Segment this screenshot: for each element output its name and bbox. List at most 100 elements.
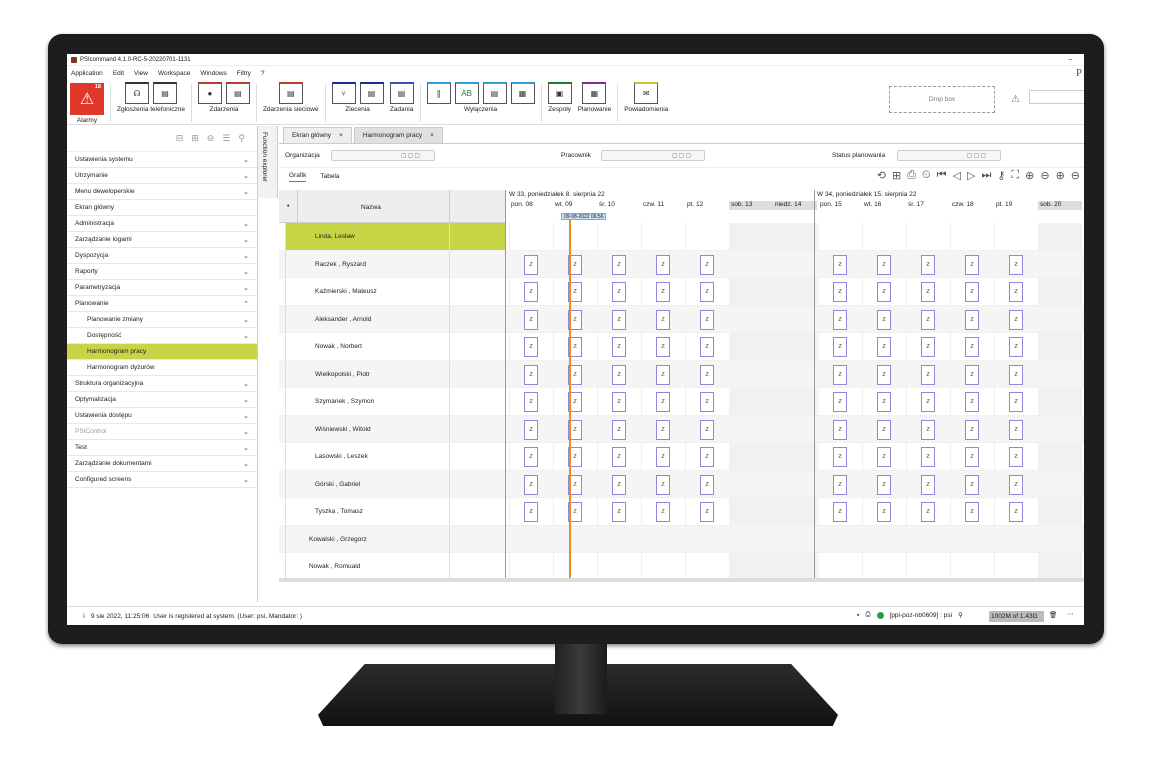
- sidebar-item-psicontrol[interactable]: PSIControl ⌄: [67, 424, 257, 440]
- fit-icon[interactable]: ⛶: [1011, 169, 1019, 182]
- shift-block[interactable]: Z: [1009, 447, 1023, 467]
- employee-row[interactable]: Kaźmierski , Mateusz: [279, 278, 1084, 306]
- sidebar-item-dostępność[interactable]: Dostępność ⌄: [67, 328, 257, 344]
- pin-icon[interactable]: ⚲: [238, 133, 245, 144]
- list-icon[interactable]: ☰: [222, 133, 230, 144]
- shift-block[interactable]: Z: [656, 447, 670, 467]
- sidebar-item-menu-deweloperskie[interactable]: Menu deweloperskie ⌄: [67, 184, 257, 200]
- switch-icon[interactable]: ∥: [426, 82, 451, 104]
- chevron-icon[interactable]: ⌄: [243, 252, 249, 260]
- shift-block[interactable]: Z: [656, 419, 670, 440]
- close-icon[interactable]: ×: [339, 132, 343, 139]
- task-list-icon[interactable]: ▤: [389, 82, 414, 104]
- chevron-icon[interactable]: ⌄: [243, 412, 249, 420]
- shift-block[interactable]: Z: [877, 364, 891, 385]
- sidebar-item-administracja[interactable]: Administracja ⌄: [67, 216, 257, 232]
- shift-block[interactable]: Z: [877, 447, 891, 467]
- shift-block[interactable]: Z: [524, 392, 538, 412]
- pin-column-icon[interactable]: •: [287, 203, 289, 210]
- menu-workspace[interactable]: Workspace: [158, 70, 190, 77]
- employee-row[interactable]: Tyszka , Tomasz: [279, 498, 1084, 526]
- shift-block[interactable]: Z: [524, 502, 538, 522]
- alarms-group[interactable]: ⚠ 18 Alarmy: [67, 80, 107, 124]
- orders-group[interactable]: ⑂ ▤ Zlecenia: [329, 80, 387, 113]
- clock-icon[interactable]: ⏲: [922, 169, 931, 182]
- shift-block[interactable]: Z: [700, 419, 714, 440]
- sidebar-item-test[interactable]: Test ⌄: [67, 440, 257, 456]
- chevron-icon[interactable]: ⌄: [243, 268, 249, 276]
- menu-windows[interactable]: Windows: [200, 70, 226, 77]
- chevron-icon[interactable]: ⌄: [243, 316, 249, 324]
- shift-block[interactable]: Z: [965, 447, 979, 467]
- shift-block[interactable]: Z: [877, 419, 891, 440]
- shift-block[interactable]: Z: [656, 392, 670, 412]
- sidebar-item-zarządzanie-logami[interactable]: Zarządzanie logami ⌄: [67, 232, 257, 248]
- employee-row[interactable]: Wiśniewski , Witold: [279, 415, 1084, 443]
- chevron-icon[interactable]: ⌄: [243, 380, 249, 388]
- employee-row[interactable]: Kowalski , Grzegorz: [279, 525, 1084, 553]
- shift-block[interactable]: Z: [1009, 392, 1023, 412]
- shift-block[interactable]: Z: [833, 502, 847, 522]
- minimize-button[interactable]: –: [1069, 57, 1072, 63]
- shift-block[interactable]: Z: [700, 309, 714, 330]
- chevron-icon[interactable]: ⌄: [243, 284, 249, 292]
- shift-block[interactable]: Z: [1009, 254, 1023, 275]
- network-events-group[interactable]: ▤ Zdarzenia sieciowe: [260, 80, 322, 113]
- shift-block[interactable]: Z: [877, 392, 891, 412]
- key-icon[interactable]: ⚷: [997, 169, 1005, 182]
- shift-block[interactable]: Z: [612, 392, 626, 412]
- drop-box[interactable]: Drop box: [889, 86, 995, 113]
- chevron-icon[interactable]: ⌄: [243, 396, 249, 404]
- zoom-in-icon[interactable]: ⊕: [1025, 169, 1034, 182]
- chevron-icon[interactable]: ⌄: [243, 476, 249, 484]
- shift-block[interactable]: Z: [612, 419, 626, 440]
- employee-row[interactable]: Linda, Lesław: [279, 223, 1084, 251]
- shift-block[interactable]: Z: [833, 337, 847, 357]
- shift-block[interactable]: Z: [921, 282, 935, 302]
- shift-block[interactable]: Z: [656, 364, 670, 385]
- more-icon[interactable]: ⋯: [1067, 610, 1074, 618]
- column-name-header[interactable]: Nazwa: [361, 204, 381, 211]
- shift-block[interactable]: Z: [700, 364, 714, 385]
- events-group[interactable]: ● ▤ Zdarzenia: [195, 80, 253, 113]
- shift-block[interactable]: Z: [877, 502, 891, 522]
- shift-block[interactable]: Z: [612, 337, 626, 357]
- shift-block[interactable]: Z: [612, 474, 626, 495]
- order-list-icon[interactable]: ▤: [359, 82, 384, 104]
- trash-icon[interactable]: 🗑: [1049, 611, 1057, 619]
- shift-block[interactable]: Z: [524, 447, 538, 467]
- shift-block[interactable]: Z: [965, 337, 979, 357]
- quick-search-field[interactable]: [1029, 90, 1084, 104]
- sidebar-item-planowanie-zmiany[interactable]: Planowanie zmiany ⌄: [67, 312, 257, 328]
- shift-block[interactable]: Z: [921, 419, 935, 440]
- sidebar-item-optymalizacja[interactable]: Optymalizacja ⌄: [67, 392, 257, 408]
- shift-block[interactable]: Z: [612, 364, 626, 385]
- workflow-icon[interactable]: ⑂: [331, 82, 356, 104]
- event-list-icon[interactable]: ▤: [225, 82, 250, 104]
- shift-block[interactable]: Z: [833, 254, 847, 275]
- shift-block[interactable]: Z: [1009, 309, 1023, 330]
- chevron-icon[interactable]: ⌃: [243, 300, 249, 308]
- shift-block[interactable]: Z: [877, 474, 891, 495]
- shift-block[interactable]: Z: [965, 502, 979, 522]
- shift-block[interactable]: Z: [833, 364, 847, 385]
- tasks-group[interactable]: ▤ Zadania: [387, 80, 417, 113]
- shift-block[interactable]: Z: [524, 337, 538, 357]
- horizontal-scrollbar[interactable]: [279, 578, 1084, 582]
- employee-row[interactable]: Górski , Gabriel: [279, 470, 1084, 498]
- shift-block[interactable]: Z: [965, 419, 979, 440]
- close-icon[interactable]: ×: [430, 132, 434, 139]
- shift-block[interactable]: Z: [921, 337, 935, 357]
- shift-block[interactable]: Z: [1009, 502, 1023, 522]
- shift-block[interactable]: Z: [524, 364, 538, 385]
- shift-block[interactable]: Z: [833, 419, 847, 440]
- chevron-icon[interactable]: ⌄: [243, 172, 249, 180]
- sidebar-item-ustawienia-systemu[interactable]: Ustawienia systemu ⌄: [67, 152, 257, 168]
- remove-icon[interactable]: ⊖: [207, 133, 215, 144]
- chevron-icon[interactable]: ⌄: [243, 188, 249, 196]
- sidebar-item-configured-screens[interactable]: Configured screens ⌄: [67, 472, 257, 488]
- shift-block[interactable]: Z: [877, 254, 891, 275]
- menu-filters[interactable]: Filtry: [237, 70, 251, 77]
- add-icon[interactable]: ⊞: [892, 169, 901, 182]
- print-icon[interactable]: ⎙: [907, 169, 916, 182]
